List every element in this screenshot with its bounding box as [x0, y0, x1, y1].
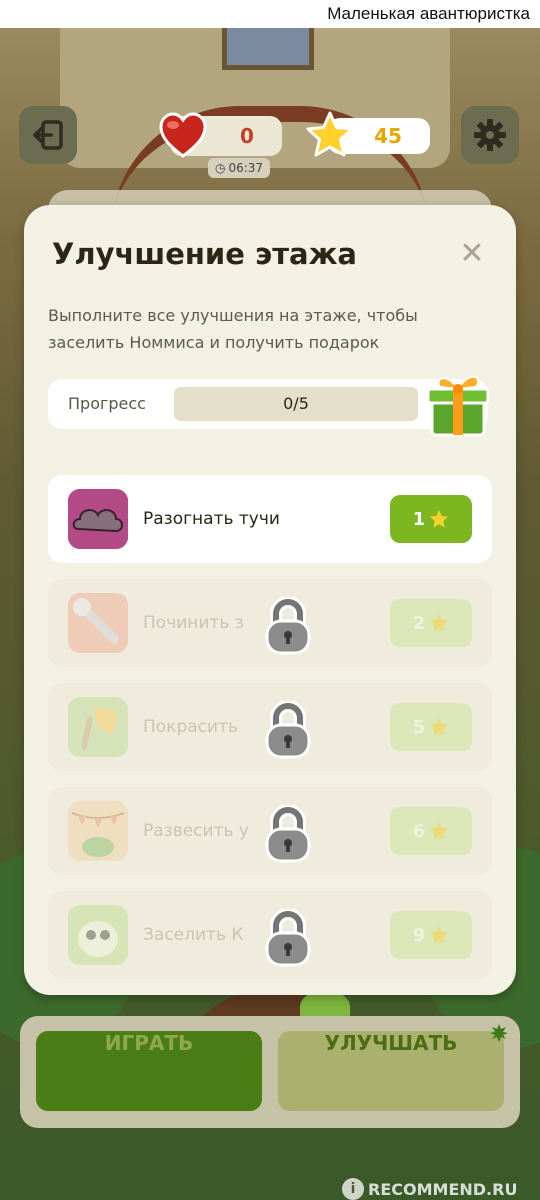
- task-label: Заселить К: [143, 925, 244, 945]
- task-row-locked: Починить з 2: [48, 579, 492, 667]
- settings-button[interactable]: [461, 106, 519, 164]
- lock-icon: [265, 805, 311, 863]
- task-row-locked: Покрасить 5: [48, 683, 492, 771]
- cloud-icon: [68, 489, 128, 549]
- floor-upgrade-dialog: Улучшение этажа ✕ Выполните все улучшени…: [24, 205, 516, 995]
- lock-icon: [265, 597, 311, 655]
- task-cost: 1: [412, 508, 426, 530]
- life-timer-text: 06:37: [228, 161, 264, 175]
- dialog-title: Улучшение этажа: [52, 237, 357, 271]
- upgrade-button[interactable]: УЛУЧШАТЬ: [278, 1031, 504, 1111]
- hearts-count: 0: [240, 124, 254, 148]
- task-label: Разогнать тучи: [143, 509, 280, 529]
- gift-icon[interactable]: [422, 363, 502, 443]
- task-cost: 6: [412, 820, 426, 842]
- star-icon: [430, 510, 449, 528]
- progress-label: Прогресс: [68, 394, 146, 413]
- exit-button[interactable]: [19, 106, 77, 164]
- task-cost-button: 5: [390, 703, 472, 751]
- background-window: [222, 28, 314, 70]
- game-screen: 0 ◷ 06:37 45 Улучшение этажа ✕ Выполните…: [0, 28, 540, 1200]
- close-button[interactable]: ✕: [456, 239, 488, 271]
- task-cost: 2: [412, 612, 426, 634]
- gear-icon: [474, 119, 506, 151]
- star-icon: [430, 614, 449, 632]
- task-label: Починить з: [143, 613, 244, 633]
- progress-text: 0/5: [283, 394, 309, 413]
- recommend-logo-icon: i: [342, 1178, 364, 1200]
- lock-icon: [265, 701, 311, 759]
- task-cost-button: 6: [390, 807, 472, 855]
- lock-icon: [265, 909, 311, 967]
- heart-icon: [159, 112, 207, 158]
- play-button[interactable]: ИГРАТЬ: [36, 1031, 262, 1111]
- star-icon: [430, 718, 449, 736]
- paint-brush-icon: [68, 697, 128, 757]
- task-row-locked: Развесить у 6: [48, 787, 492, 875]
- exit-icon: [33, 120, 63, 150]
- watermark: i RECOMMEND.RU: [342, 1176, 517, 1200]
- task-cost: 5: [412, 716, 426, 738]
- progress-bar: 0/5: [174, 387, 418, 421]
- star-icon: [430, 926, 449, 944]
- photo-caption: Маленькая авантюристка: [0, 0, 540, 28]
- task-cost: 9: [412, 924, 426, 946]
- upgrade-badge-icon: [490, 1024, 508, 1042]
- clock-icon: ◷: [214, 161, 226, 175]
- stars-count: 45: [374, 124, 402, 148]
- star-icon: [306, 111, 354, 157]
- garland-icon: [68, 801, 128, 861]
- task-cost-button[interactable]: 1: [390, 495, 472, 543]
- life-timer: ◷ 06:37: [208, 158, 270, 178]
- task-cost-button: 9: [390, 911, 472, 959]
- task-label: Развесить у: [143, 821, 249, 841]
- wrench-icon: [68, 593, 128, 653]
- task-row[interactable]: Разогнать тучи 1: [48, 475, 492, 563]
- task-label: Покрасить: [143, 717, 238, 737]
- watermark-text: RECOMMEND.RU: [368, 1179, 518, 1199]
- om-nom-icon: [68, 905, 128, 965]
- task-row-locked: Заселить К 9: [48, 891, 492, 979]
- star-icon: [430, 822, 449, 840]
- close-icon: ✕: [459, 236, 485, 271]
- dialog-description: Выполните все улучшения на этаже, чтобы …: [48, 306, 418, 352]
- task-cost-button: 2: [390, 599, 472, 647]
